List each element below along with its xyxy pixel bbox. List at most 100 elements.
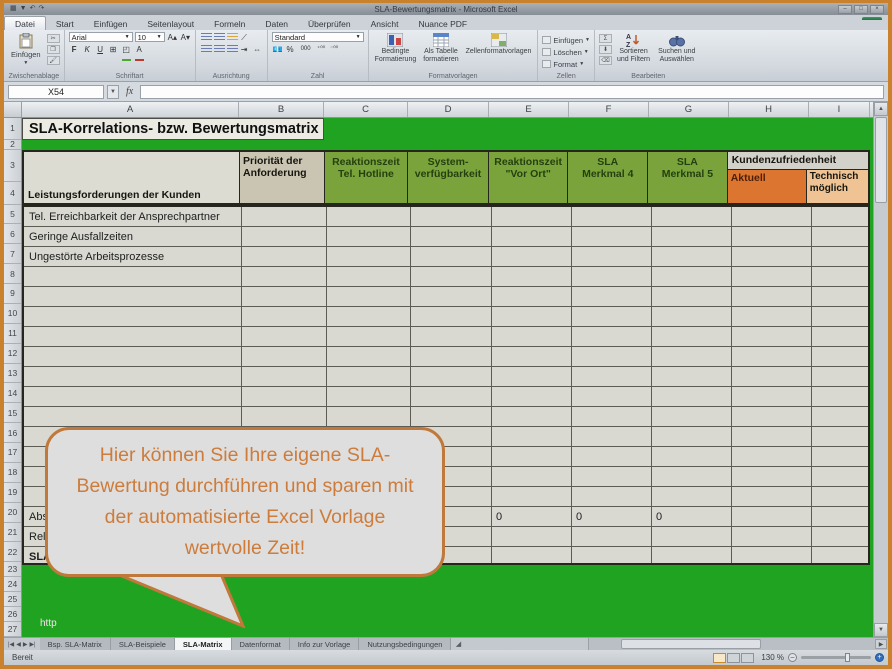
cell-g20[interactable]: 0 [651, 507, 662, 527]
header-col-b[interactable]: Priorität der Anforderung [240, 152, 325, 203]
formula-input[interactable] [140, 85, 884, 99]
row-header[interactable]: 8 [4, 264, 21, 284]
header-col-d[interactable]: System- verfügbarkeit [408, 152, 489, 203]
autosum-icon[interactable]: Σ [599, 34, 612, 43]
sheet-tab[interactable]: Datenformat [232, 638, 290, 650]
ribbon-tab[interactable]: Nuance PDF [408, 17, 477, 30]
cell-e20[interactable]: 0 [491, 507, 502, 527]
column-header[interactable]: B [239, 102, 324, 117]
cell-a5[interactable]: Tel. Erreichbarkeit der Ansprechpartner [24, 207, 220, 227]
last-sheet-icon[interactable]: ▶| [29, 641, 35, 648]
row-headers[interactable]: 1234567891011121314151617181920212223242… [4, 118, 22, 637]
font-name-select[interactable]: Arial▼ [69, 32, 133, 42]
row-header[interactable]: 25 [4, 592, 21, 607]
sheet-tab[interactable]: Nutzungsbedingungen [359, 638, 451, 650]
row-header[interactable]: 14 [4, 383, 21, 403]
row-header[interactable]: 9 [4, 284, 21, 304]
close-button[interactable]: × [870, 5, 884, 14]
copy-icon[interactable]: ❐ [47, 45, 60, 54]
cell-a6[interactable]: Geringe Ausfallzeiten [24, 227, 133, 247]
increase-decimal-icon[interactable]: ⁺⁰⁰ [316, 44, 327, 54]
ribbon-tab[interactable]: Daten [255, 17, 298, 30]
header-col-f[interactable]: SLA Merkmal 4 [568, 152, 648, 203]
row-header[interactable]: 2 [4, 140, 21, 150]
column-header[interactable]: H [729, 102, 809, 117]
row-header[interactable]: 23 [4, 562, 21, 577]
underline-button[interactable]: U [95, 44, 106, 54]
grow-font-icon[interactable]: A▴ [167, 32, 178, 42]
clear-icon[interactable]: ⌫ [599, 56, 612, 65]
font-size-select[interactable]: 10▼ [135, 32, 165, 42]
italic-button[interactable]: K [82, 44, 93, 54]
insert-worksheet-icon[interactable]: ◢ [451, 638, 465, 650]
bold-button[interactable]: F [69, 44, 80, 54]
sheet-tab[interactable]: SLA-Beispiele [111, 638, 175, 650]
orientation-icon[interactable]: ⟋ [239, 32, 250, 42]
select-all-corner[interactable] [4, 102, 22, 117]
merge-center-icon[interactable]: ⇔ [252, 44, 263, 54]
format-cells-button[interactable]: Format▼ [542, 59, 590, 69]
zoom-level[interactable]: 130 % [758, 653, 784, 662]
cut-icon[interactable]: ✂ [47, 34, 60, 43]
horizontal-scroll-thumb[interactable] [621, 639, 761, 649]
percent-icon[interactable]: % [285, 44, 296, 54]
sheet-tab[interactable]: Info zur Vorlage [290, 638, 360, 650]
zoom-slider-handle[interactable] [845, 653, 850, 662]
shrink-font-icon[interactable]: A▾ [180, 32, 191, 42]
header-kundenzufriedenheit[interactable]: Kundenzufriedenheit Aktuell Technisch mö… [728, 152, 868, 203]
number-format-select[interactable]: Standard▼ [272, 32, 364, 42]
worksheet[interactable]: ABCDEFGHI 123456789101112131415161718192… [4, 102, 873, 637]
row-header[interactable]: 19 [4, 483, 21, 503]
ribbon-tab[interactable]: Einfügen [84, 17, 138, 30]
cell-f20[interactable]: 0 [571, 507, 582, 527]
row-header[interactable]: 18 [4, 463, 21, 483]
row-header[interactable]: 13 [4, 364, 21, 384]
minimize-button[interactable]: – [838, 5, 852, 14]
vertical-scroll-thumb[interactable] [875, 117, 887, 203]
currency-icon[interactable]: 💶 [272, 44, 283, 54]
ribbon-tab[interactable]: Ansicht [361, 17, 409, 30]
fx-icon[interactable]: fx [122, 86, 137, 97]
row-header[interactable]: 3 [4, 150, 21, 182]
conditional-formatting-button[interactable]: Bedingte Formatierung [373, 32, 419, 65]
next-sheet-icon[interactable]: ▶ [23, 641, 28, 648]
row-header[interactable]: 17 [4, 443, 21, 463]
header-col-g[interactable]: SLA Merkmal 5 [648, 152, 728, 203]
row-header[interactable]: 21 [4, 523, 21, 543]
scroll-down-icon[interactable]: ▼ [874, 623, 888, 637]
align-center-icon[interactable] [213, 44, 224, 54]
page-layout-view-icon[interactable] [727, 653, 740, 663]
format-painter-icon[interactable]: 🖌 [47, 56, 60, 65]
ribbon-tab[interactable]: Überprüfen [298, 17, 361, 30]
column-header[interactable]: A [22, 102, 239, 117]
name-box[interactable]: X54 [8, 85, 104, 99]
fill-color-icon[interactable]: ◰ [121, 44, 132, 54]
cell-a7[interactable]: Ungestörte Arbeitsprozesse [24, 247, 164, 267]
row-header[interactable]: 5 [4, 205, 21, 225]
paste-button[interactable]: Einfügen ▼ [8, 32, 44, 67]
borders-icon[interactable]: ⊞ [108, 44, 119, 54]
sort-filter-button[interactable]: AZ Sortieren und Filtern [615, 32, 652, 65]
prev-sheet-icon[interactable]: ◀ [16, 641, 21, 648]
format-as-table-button[interactable]: Als Tabelle formatieren [421, 32, 460, 65]
header-kundenzufriedenheit-label[interactable]: Kundenzufriedenheit [728, 152, 868, 170]
column-header[interactable]: D [408, 102, 489, 117]
zoom-in-icon[interactable]: + [875, 653, 884, 662]
sheet-body[interactable]: 1234567891011121314151617181920212223242… [4, 118, 873, 637]
zoom-slider[interactable] [801, 656, 871, 659]
align-top-icon[interactable] [200, 32, 211, 42]
decrease-decimal-icon[interactable]: ⁻⁰⁰ [329, 44, 340, 54]
cell-styles-button[interactable]: Zellenformatvorlagen [464, 32, 534, 57]
sheet-tab[interactable]: SLA-Matrix [175, 638, 232, 650]
align-right-icon[interactable] [226, 44, 237, 54]
row-header[interactable]: 26 [4, 607, 21, 622]
header-col-c[interactable]: Reaktionszeit Tel. Hotline [325, 152, 409, 203]
scroll-up-icon[interactable]: ▲ [874, 102, 888, 116]
ribbon-tab[interactable]: Datei [4, 16, 46, 30]
row-header[interactable]: 7 [4, 244, 21, 264]
align-bottom-icon[interactable] [226, 32, 237, 42]
align-left-icon[interactable] [200, 44, 211, 54]
column-header[interactable]: C [324, 102, 408, 117]
first-sheet-icon[interactable]: |◀ [8, 641, 14, 648]
vertical-scrollbar[interactable]: ▲ ▼ [873, 102, 888, 637]
